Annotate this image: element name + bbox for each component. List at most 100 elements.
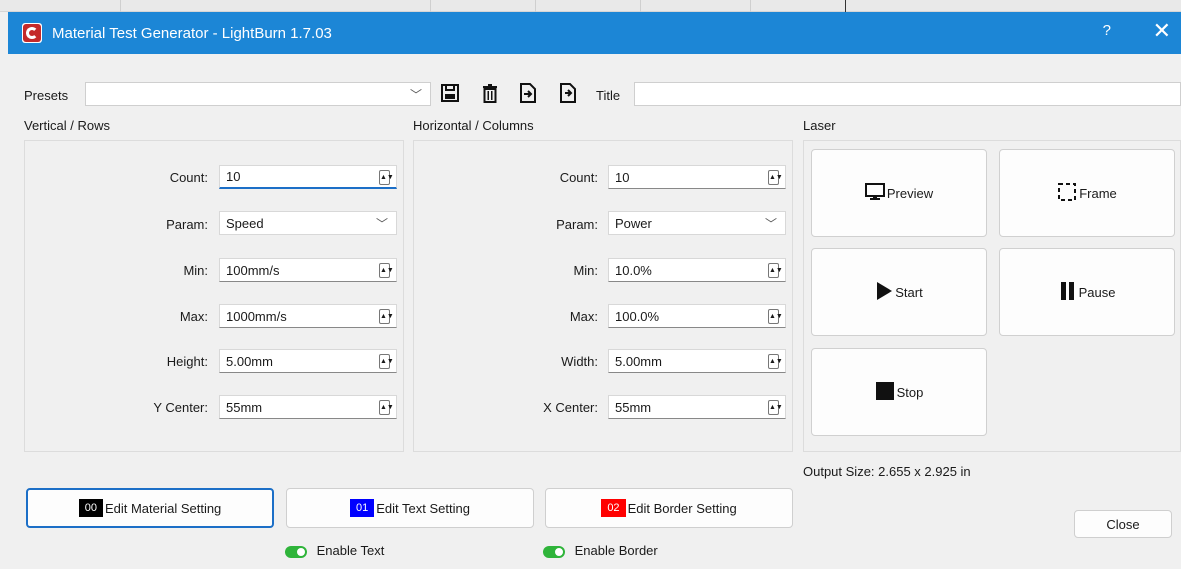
chevron-down-icon: ﹀ bbox=[409, 88, 422, 102]
strip-divider bbox=[845, 0, 846, 12]
strip-divider bbox=[640, 0, 641, 12]
export-icon[interactable] bbox=[558, 82, 578, 104]
horizontal-count-value: 10 bbox=[615, 169, 630, 185]
horizontal-count-field[interactable]: 10 ▲▼ bbox=[608, 165, 786, 189]
enable-text-toggle[interactable]: Enable Text bbox=[285, 543, 384, 558]
vertical-count-field[interactable]: 10 ▲▼ bbox=[219, 165, 397, 189]
border-layer-swatch: 02 bbox=[601, 499, 626, 517]
import-icon[interactable] bbox=[518, 82, 538, 104]
strip-divider bbox=[120, 0, 121, 12]
horizontal-max-field[interactable]: 100.0% ▲▼ bbox=[608, 304, 786, 328]
pause-icon bbox=[1059, 281, 1077, 304]
horizontal-x-center-value: 55mm bbox=[615, 399, 652, 415]
spin-arrows-icon[interactable]: ▲▼ bbox=[768, 400, 783, 415]
material-layer-swatch: 00 bbox=[78, 499, 103, 517]
vertical-height-label: Height: bbox=[166, 354, 208, 369]
horizontal-x-center-label: X Center: bbox=[543, 400, 598, 415]
help-button[interactable]: ? bbox=[1103, 22, 1111, 39]
spin-arrows-icon[interactable]: ▲▼ bbox=[379, 309, 394, 324]
vertical-max-label: Max: bbox=[179, 309, 208, 324]
strip-divider bbox=[750, 0, 751, 12]
frame-icon bbox=[1057, 182, 1077, 205]
strip-divider bbox=[535, 0, 536, 12]
dialog-body: Presets ﹀ Title Vertical / Rows Count: 1… bbox=[8, 54, 1181, 569]
enable-border-label: Enable Border bbox=[574, 543, 658, 558]
vertical-param-value: Speed bbox=[226, 215, 264, 231]
horizontal-max-label: Max: bbox=[569, 309, 598, 324]
preview-label: Preview bbox=[886, 185, 934, 201]
horizontal-min-label: Min: bbox=[573, 263, 598, 278]
spin-arrows-icon[interactable]: ▲▼ bbox=[768, 263, 783, 278]
enable-text-label: Enable Text bbox=[316, 543, 385, 558]
stop-button[interactable]: Stop bbox=[811, 348, 987, 436]
vertical-height-value: 5.00mm bbox=[226, 353, 273, 369]
close-label: Close bbox=[1106, 516, 1140, 532]
horizontal-param-value: Power bbox=[615, 215, 652, 231]
close-button[interactable]: Close bbox=[1074, 510, 1172, 538]
spin-arrows-icon[interactable]: ▲▼ bbox=[379, 263, 394, 278]
laser-heading: Laser bbox=[803, 118, 836, 133]
spin-arrows-icon[interactable]: ▲▼ bbox=[768, 170, 783, 185]
stop-icon bbox=[875, 381, 895, 404]
horizontal-param-label: Param: bbox=[556, 217, 598, 232]
start-button[interactable]: Start bbox=[811, 248, 987, 336]
vertical-y-center-field[interactable]: 55mm ▲▼ bbox=[219, 395, 397, 419]
horizontal-max-value: 100.0% bbox=[615, 308, 660, 324]
title-input[interactable] bbox=[634, 82, 1181, 106]
horizontal-min-value: 10.0% bbox=[615, 262, 652, 278]
title-bar[interactable]: Material Test Generator - LightBurn 1.7.… bbox=[8, 12, 1181, 54]
vertical-min-label: Min: bbox=[183, 263, 208, 278]
edit-border-setting-button[interactable]: 02 Edit Border Setting bbox=[545, 488, 793, 528]
vertical-max-value: 1000mm/s bbox=[226, 308, 287, 324]
vertical-max-field[interactable]: 1000mm/s ▲▼ bbox=[219, 304, 397, 328]
strip-divider bbox=[430, 0, 431, 12]
text-layer-swatch: 01 bbox=[350, 499, 375, 517]
horizontal-count-label: Count: bbox=[559, 170, 598, 185]
vertical-count-value: 10 bbox=[226, 169, 241, 184]
presets-combo[interactable]: ﹀ bbox=[85, 82, 431, 106]
horizontal-width-field[interactable]: 5.00mm ▲▼ bbox=[608, 349, 786, 373]
horizontal-width-label: Width: bbox=[561, 354, 598, 369]
start-label: Start bbox=[895, 284, 923, 300]
spin-arrows-icon[interactable]: ▲▼ bbox=[768, 309, 783, 324]
delete-icon[interactable] bbox=[480, 82, 500, 104]
spin-arrows-icon[interactable]: ▲▼ bbox=[379, 354, 394, 369]
vertical-height-field[interactable]: 5.00mm ▲▼ bbox=[219, 349, 397, 373]
chevron-down-icon: ﹀ bbox=[764, 217, 777, 231]
spin-arrows-icon[interactable]: ▲▼ bbox=[379, 400, 394, 415]
presets-label: Presets bbox=[24, 88, 69, 103]
save-icon[interactable] bbox=[440, 82, 460, 104]
edit-material-setting-button[interactable]: 00 Edit Material Setting bbox=[26, 488, 274, 528]
vertical-min-field[interactable]: 100mm/s ▲▼ bbox=[219, 258, 397, 282]
spin-arrows-icon[interactable]: ▲▼ bbox=[768, 354, 783, 369]
play-icon bbox=[875, 281, 893, 304]
toggle-on-icon[interactable] bbox=[285, 545, 307, 558]
horizontal-x-center-field[interactable]: 55mm ▲▼ bbox=[608, 395, 786, 419]
vertical-param-label: Param: bbox=[166, 217, 208, 232]
frame-label: Frame bbox=[1079, 185, 1117, 201]
close-window-button[interactable]: ✕ bbox=[1153, 18, 1171, 44]
toggle-on-icon[interactable] bbox=[543, 545, 565, 558]
window-title: Material Test Generator - LightBurn 1.7.… bbox=[52, 24, 332, 42]
vertical-y-center-label: Y Center: bbox=[153, 400, 208, 415]
pause-button[interactable]: Pause bbox=[999, 248, 1175, 336]
vertical-rows-heading: Vertical / Rows bbox=[24, 118, 110, 133]
enable-border-toggle[interactable]: Enable Border bbox=[543, 543, 658, 558]
frame-button[interactable]: Frame bbox=[999, 149, 1175, 237]
vertical-param-select[interactable]: Speed ﹀ bbox=[219, 211, 397, 235]
edit-text-setting-button[interactable]: 01 Edit Text Setting bbox=[286, 488, 534, 528]
horizontal-param-select[interactable]: Power ﹀ bbox=[608, 211, 786, 235]
preview-button[interactable]: Preview bbox=[811, 149, 987, 237]
lightburn-logo-icon bbox=[22, 23, 42, 43]
spin-arrows-icon[interactable]: ▲▼ bbox=[379, 170, 394, 185]
vertical-min-value: 100mm/s bbox=[226, 262, 280, 278]
title-label: Title bbox=[596, 88, 621, 103]
edit-border-label: Edit Border Setting bbox=[627, 500, 737, 516]
chevron-down-icon: ﹀ bbox=[375, 217, 388, 231]
horizontal-min-field[interactable]: 10.0% ▲▼ bbox=[608, 258, 786, 282]
vertical-count-label: Count: bbox=[169, 170, 208, 185]
horizontal-columns-heading: Horizontal / Columns bbox=[413, 118, 534, 133]
background-app-strip bbox=[0, 0, 1181, 12]
stop-label: Stop bbox=[896, 384, 924, 400]
monitor-icon bbox=[864, 182, 885, 204]
